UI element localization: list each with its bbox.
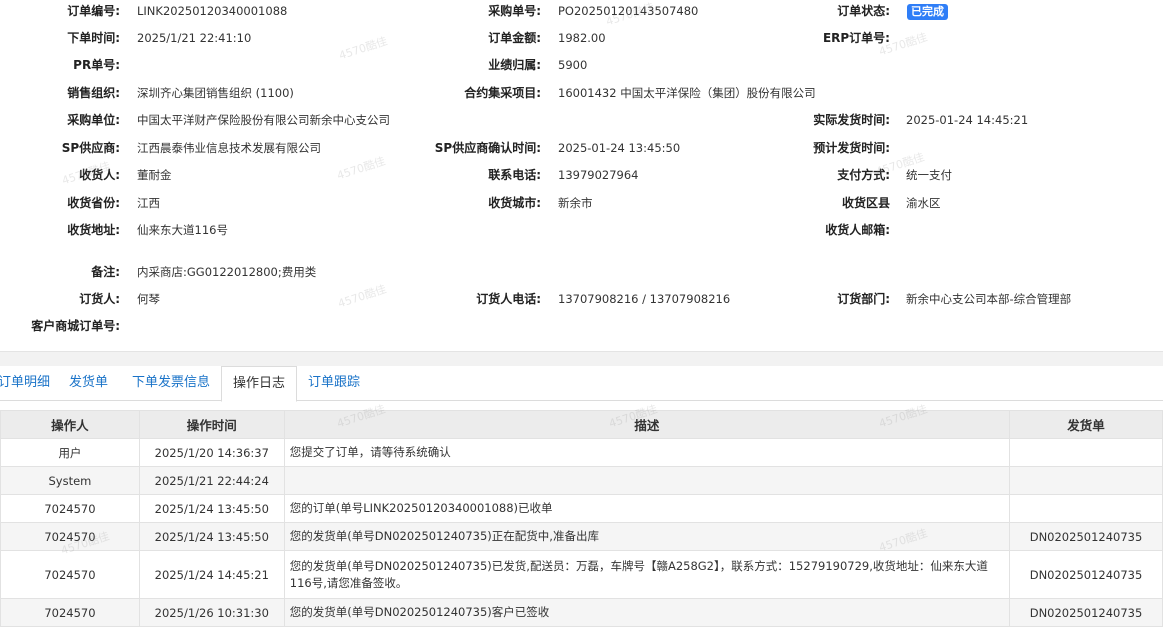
phone-label: 联系电话:: [488, 168, 541, 182]
table-header-row: 操作人 操作时间 描述 发货单: [0, 410, 1163, 439]
district-label: 收货区县: [841, 196, 890, 210]
desc-cell: 您的订单(单号LINK20250120340001088)已收单: [283, 494, 1011, 523]
phone-value: 13979027964: [558, 168, 639, 182]
time-cell: 2025/1/20 14:36:37: [138, 438, 285, 467]
receiver-label: 收货人:: [79, 168, 120, 182]
sp-confirm-label: SP供应商确认时间:: [434, 141, 541, 155]
header-shipment: 发货单: [1009, 410, 1163, 439]
sp-confirm-value: 2025-01-24 13:45:50: [558, 141, 681, 155]
operator-cell: 用户: [0, 438, 140, 467]
plan-ship-label: 预计发货时间:: [813, 141, 890, 155]
buyer-unit-label: 采购单位:: [67, 113, 120, 127]
table-row: 7024570 2025/1/24 13:45:50 您的发货单(单号DN020…: [0, 522, 1163, 551]
time-cell: 2025/1/24 13:45:50: [138, 494, 285, 523]
time-cell: 2025/1/24 13:45:50: [138, 522, 285, 551]
tab-shipping[interactable]: 发货单: [69, 366, 108, 401]
actual-ship-label: 实际发货时间:: [813, 113, 890, 127]
order-info-panel: 订单编号: LINK20250120340001088 采购单号: PO2025…: [0, 0, 1163, 352]
tab-operation-log[interactable]: 操作日志: [221, 366, 298, 402]
time-cell: 2025/1/21 22:44:24: [138, 466, 285, 495]
email-label: 收货人邮箱:: [825, 223, 890, 237]
shipment-cell: [1009, 466, 1163, 495]
remark-label: 备注:: [91, 265, 120, 279]
operator-cell: System: [0, 466, 140, 495]
shipment-cell: DN0202501240735: [1009, 550, 1163, 599]
receiver-value: 董耐金: [137, 168, 172, 182]
operator-cell: 7024570: [0, 598, 140, 627]
pr-label: PR单号:: [73, 58, 120, 72]
sales-org-label: 销售组织:: [67, 86, 120, 100]
city-label: 收货城市:: [488, 196, 541, 210]
pay-value: 统一支付: [906, 168, 952, 182]
address-value: 仙来东大道116号: [137, 223, 228, 237]
header-operator: 操作人: [0, 410, 140, 439]
desc-cell: 您的发货单(单号DN0202501240735)已发货,配送员：万磊，车牌号【赣…: [283, 550, 1011, 599]
tab-order-tracking[interactable]: 订单跟踪: [308, 366, 360, 401]
orderer-dept-value: 新余中心支公司本部-综合管理部: [906, 292, 1072, 306]
tab-order-detail[interactable]: 订单明细: [0, 366, 50, 401]
address-label: 收货地址:: [67, 223, 120, 237]
pay-label: 支付方式:: [837, 168, 890, 182]
orderer-phone-value: 13707908216 / 13707908216: [558, 292, 731, 306]
desc-cell: 您的发货单(单号DN0202501240735)正在配货中,准备出库: [283, 522, 1011, 551]
status-label: 订单状态:: [837, 4, 890, 18]
province-label: 收货省份:: [67, 196, 120, 210]
time-cell: 2025/1/24 14:45:21: [138, 550, 285, 599]
tab-bar: 订单明细 发货单 下单发票信息 操作日志 订单跟踪: [0, 366, 1163, 402]
perf-value: 5900: [558, 58, 588, 72]
amount-value: 1982.00: [558, 31, 606, 45]
operator-cell: 7024570: [0, 550, 140, 599]
customer-order-label: 客户商城订单号:: [31, 319, 120, 333]
shipment-cell: [1009, 438, 1163, 467]
header-time: 操作时间: [138, 410, 285, 439]
table-row: 7024570 2025/1/24 13:45:50 您的订单(单号LINK20…: [0, 494, 1163, 523]
shipment-cell: DN0202501240735: [1009, 522, 1163, 551]
city-value: 新余市: [558, 196, 593, 210]
sales-org-value: 深圳齐心集团销售组织 (1100): [137, 86, 294, 100]
desc-cell: 您的发货单(单号DN0202501240735)客户已签收: [283, 598, 1011, 627]
table-row: 7024570 2025/1/24 14:45:21 您的发货单(单号DN020…: [0, 550, 1163, 599]
table-row: 7024570 2025/1/26 10:31:30 您的发货单(单号DN020…: [0, 598, 1163, 627]
remark-value: 内采商店:GG0122012800;费用类: [137, 265, 317, 279]
shipment-cell: DN0202501240735: [1009, 598, 1163, 627]
province-value: 江西: [137, 196, 160, 210]
contract-value: 16001432 中国太平洋保险（集团）股份有限公司: [558, 86, 816, 100]
tab-invoice[interactable]: 下单发票信息: [132, 366, 210, 401]
operation-log-table: 操作人 操作时间 描述 发货单 用户 2025/1/20 14:36:37 您提…: [0, 410, 1163, 627]
erp-label: ERP订单号:: [822, 31, 890, 45]
operator-cell: 7024570: [0, 494, 140, 523]
header-desc: 描述: [283, 410, 1011, 439]
buyer-unit-value: 中国太平洋财产保险股份有限公司新余中心支公司: [137, 113, 390, 127]
time-cell: 2025/1/26 10:31:30: [138, 598, 285, 627]
operator-cell: 7024570: [0, 522, 140, 551]
order-no-label: 订单编号:: [67, 4, 120, 18]
contract-label: 合约集采项目:: [464, 86, 541, 100]
section-gap: [0, 352, 1163, 366]
order-no-value: LINK20250120340001088: [137, 4, 288, 18]
orderer-value: 何琴: [137, 292, 160, 306]
desc-cell: [283, 466, 1011, 495]
sp-supplier-value: 江西晨泰伟业信息技术发展有限公司: [137, 141, 321, 155]
table-row: 用户 2025/1/20 14:36:37 您提交了订单，请等待系统确认: [0, 438, 1163, 467]
orderer-phone-label: 订货人电话:: [476, 292, 541, 306]
shipment-cell: [1009, 494, 1163, 523]
amount-label: 订单金额:: [488, 31, 541, 45]
orderer-label: 订货人:: [79, 292, 120, 306]
order-time-label: 下单时间:: [67, 31, 120, 45]
desc-cell: 您提交了订单，请等待系统确认: [283, 438, 1011, 467]
order-time-value: 2025/1/21 22:41:10: [137, 31, 252, 45]
orderer-dept-label: 订货部门:: [837, 292, 890, 306]
sp-supplier-label: SP供应商:: [61, 141, 120, 155]
table-row: System 2025/1/21 22:44:24: [0, 466, 1163, 495]
purchase-no-value: PO20250120143507480: [558, 4, 699, 18]
actual-ship-value: 2025-01-24 14:45:21: [906, 113, 1029, 127]
purchase-no-label: 采购单号:: [488, 4, 541, 18]
perf-label: 业绩归属:: [488, 58, 541, 72]
district-value: 渝水区: [906, 196, 941, 210]
status-badge: 已完成: [907, 4, 948, 20]
